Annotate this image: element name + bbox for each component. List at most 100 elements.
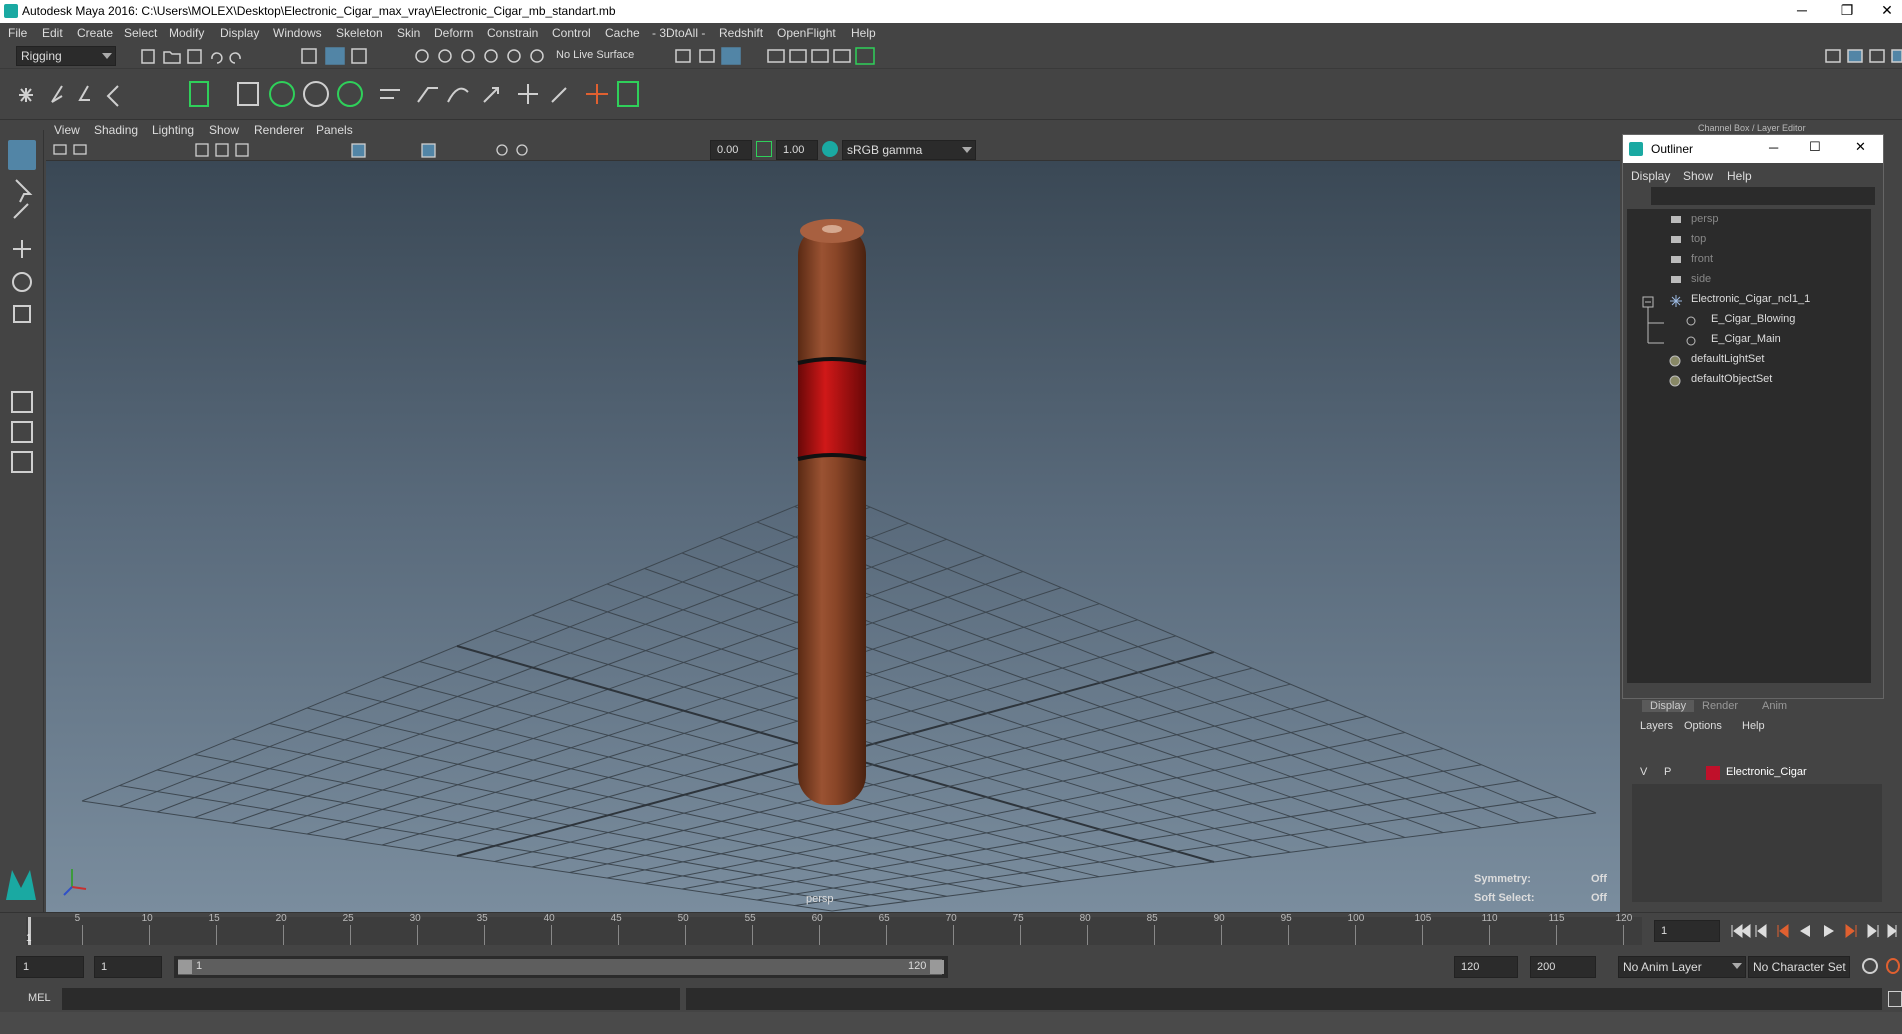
viewport-menu-lighting[interactable]: Lighting: [152, 123, 194, 137]
menu-file[interactable]: File: [8, 26, 27, 40]
current-frame-field[interactable]: 1: [1654, 920, 1720, 942]
layer-visibility-toggle[interactable]: V: [1640, 766, 1647, 778]
paint-weights-icon: [337, 81, 363, 107]
menu-help[interactable]: Help: [851, 26, 876, 40]
timeline-tick-label: 90: [1213, 913, 1225, 924]
outliner-menu-display[interactable]: Display: [1631, 169, 1670, 183]
view-transform-dropdown[interactable]: sRGB gamma: [842, 140, 976, 160]
exposure-field[interactable]: 0.00: [710, 140, 752, 160]
menu-windows[interactable]: Windows: [273, 26, 322, 40]
point-constraint-icon: [518, 84, 538, 104]
timeline-tick-label: 95: [1280, 913, 1292, 924]
viewport-toolbar-icons[interactable]: [52, 142, 692, 158]
main-menubar: File Edit Create Select Modify Display W…: [0, 23, 1902, 43]
outliner-item-group[interactable]: Electronic_Cigar_ncl1_1: [1691, 293, 1810, 305]
layer-menu-layers[interactable]: Layers: [1640, 720, 1673, 732]
range-end-handle[interactable]: [930, 960, 944, 974]
minimize-button[interactable]: ─: [1782, 0, 1822, 23]
layer-tab-render[interactable]: Render: [1702, 700, 1738, 712]
menu-display[interactable]: Display: [220, 26, 259, 40]
redo-icon: [229, 52, 241, 64]
scale-tool-icon: [13, 305, 31, 323]
cigar-model: [797, 219, 867, 805]
live-surface-label[interactable]: No Live Surface: [556, 49, 634, 61]
outliner-minimize-icon[interactable]: ─: [1769, 140, 1778, 155]
layer-menu-help[interactable]: Help: [1742, 720, 1765, 732]
outliner-item-main[interactable]: E_Cigar_Main: [1711, 333, 1781, 345]
camera-icon: [1671, 216, 1681, 223]
menu-deform[interactable]: Deform: [434, 26, 473, 40]
range-slider-bar[interactable]: [178, 959, 942, 975]
grid-toggle-icon: [195, 143, 209, 157]
timeline-tick: [282, 925, 284, 945]
playback-start-field[interactable]: 1: [94, 956, 162, 978]
range-slider-track[interactable]: 1 120: [174, 956, 948, 978]
layer-tab-anim[interactable]: Anim: [1762, 700, 1787, 712]
outliner-search-input[interactable]: [1651, 187, 1875, 205]
rigging-shelf-tools[interactable]: [18, 76, 688, 116]
outliner-menu-show[interactable]: Show: [1683, 169, 1713, 183]
time-slider-track[interactable]: [26, 917, 1642, 945]
character-set-dropdown[interactable]: No Character Set: [1748, 956, 1850, 978]
layer-tab-display[interactable]: Display: [1642, 700, 1695, 712]
close-button[interactable]: ✕: [1872, 0, 1902, 23]
select-tool-icon[interactable]: [8, 140, 36, 170]
auto-key-icon[interactable]: [1862, 958, 1878, 974]
animation-end-field[interactable]: 200: [1530, 956, 1596, 978]
gamma-icon[interactable]: [756, 141, 772, 157]
timeline-tick-label: 60: [811, 913, 823, 924]
menu-set-dropdown[interactable]: Rigging: [16, 46, 116, 66]
layer-menu-options[interactable]: Options: [1684, 720, 1722, 732]
script-editor-icon[interactable]: [1888, 991, 1902, 1007]
viewport-menu-shading[interactable]: Shading: [94, 123, 138, 137]
transform-tools[interactable]: [8, 174, 38, 494]
anim-layer-dropdown[interactable]: No Anim Layer: [1618, 956, 1746, 978]
menu-skeleton[interactable]: Skeleton: [336, 26, 383, 40]
menu-select[interactable]: Select: [124, 26, 157, 40]
menu-constrain[interactable]: Constrain: [487, 26, 538, 40]
range-start-handle[interactable]: [178, 960, 192, 974]
preferences-icon[interactable]: [1886, 958, 1900, 974]
soft-select-label: Soft Select:: [1474, 892, 1535, 904]
menu-modify[interactable]: Modify: [169, 26, 204, 40]
viewport-menu-renderer[interactable]: Renderer: [254, 123, 304, 137]
timeline-tick: [148, 925, 150, 945]
outliner-close-icon[interactable]: ✕: [1855, 139, 1866, 155]
menu-openflight[interactable]: OpenFlight: [777, 26, 836, 40]
menu-control[interactable]: Control: [552, 26, 591, 40]
menu-create[interactable]: Create: [77, 26, 113, 40]
outliner-item-blowing[interactable]: E_Cigar_Blowing: [1711, 313, 1795, 325]
outliner-menu-help[interactable]: Help: [1727, 169, 1752, 183]
symmetry-label: Symmetry:: [1474, 873, 1531, 885]
animation-start-field[interactable]: 1: [16, 956, 84, 978]
command-language-label[interactable]: MEL: [28, 992, 51, 1004]
viewport-persp[interactable]: persp Symmetry: Off Soft Select: Off: [46, 161, 1620, 912]
command-input[interactable]: [62, 988, 680, 1010]
workspace-layout-icons[interactable]: [1822, 47, 1902, 65]
menu-edit[interactable]: Edit: [42, 26, 63, 40]
time-slider[interactable]: 1 5 10 15 20 25 30 35 40 45 50 55 60 65 70 75 80 85 90 95 1…: [0, 912, 1902, 948]
menu-redshift[interactable]: Redshift: [719, 26, 763, 40]
menu-3dtoall[interactable]: - 3DtoAll -: [652, 26, 705, 40]
restore-button[interactable]: ❐: [1827, 0, 1867, 23]
outliner-maximize-icon[interactable]: ☐: [1809, 139, 1821, 155]
viewport-menu-view[interactable]: View: [54, 123, 80, 137]
layer-name[interactable]: Electronic_Cigar: [1726, 766, 1807, 778]
select-component-icon: [351, 48, 367, 64]
viewport-menu-panels[interactable]: Panels: [316, 123, 353, 137]
select-hierarchy-icon: [301, 48, 317, 64]
chevron-down-icon: [1732, 963, 1742, 969]
playback-controls[interactable]: [1728, 921, 1902, 941]
set-icon: [1669, 355, 1681, 367]
parent-constraint-icon: [617, 81, 639, 107]
viewport-menu-show[interactable]: Show: [209, 123, 239, 137]
gamma-field[interactable]: 1.00: [776, 140, 818, 160]
color-management-icon[interactable]: [822, 141, 838, 157]
layer-row[interactable]: V P Electronic_Cigar: [1632, 762, 1882, 784]
menu-cache[interactable]: Cache: [605, 26, 640, 40]
playback-end-field[interactable]: 120: [1454, 956, 1518, 978]
mirror-joint-icon: [106, 85, 119, 107]
layer-color-swatch[interactable]: [1706, 766, 1720, 780]
menu-skin[interactable]: Skin: [397, 26, 420, 40]
layer-playback-toggle[interactable]: P: [1664, 766, 1671, 778]
